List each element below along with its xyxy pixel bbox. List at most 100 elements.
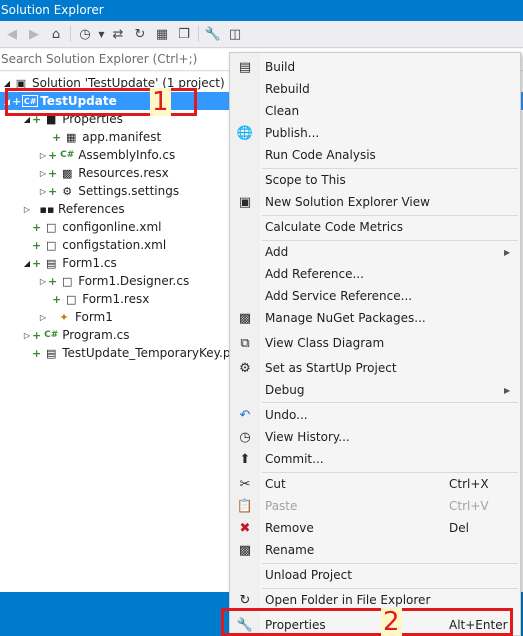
tree-item-label: app.manifest [82, 130, 162, 144]
history-clock-icon: ◷ [239, 429, 251, 445]
startup-gear-icon: ⚙ [239, 360, 251, 376]
tree-item-label: Form1.Designer.cs [78, 274, 190, 288]
expand-arrow-icon[interactable]: ▷ [22, 331, 32, 340]
sync-icon[interactable]: ⇄ [108, 24, 128, 44]
manifest-file-icon: ▦ [66, 130, 77, 144]
solution-explorer-toolbar: ◀ ▶ ⌂ ◷ ▼ ⇄ ↻ ▦ ❐ 🔧 ◫ [0, 21, 523, 48]
menu-item-publish[interactable]: 🌐 Publish... [230, 122, 520, 144]
class-diagram-icon: ⧉ [240, 335, 250, 351]
publish-globe-icon: 🌐 [236, 125, 254, 141]
resource-file-icon: □ [66, 292, 77, 306]
context-menu: ▤ Build Rebuild Clean 🌐 Publish... Run C… [229, 52, 521, 636]
build-icon: ▤ [238, 59, 252, 75]
menu-item-commit[interactable]: ⬆ Commit... [230, 448, 520, 470]
submenu-arrow-icon: ▶ [504, 247, 511, 257]
home-icon[interactable]: ⌂ [46, 24, 66, 44]
menu-item-view-class-diagram[interactable]: ⧉ View Class Diagram [230, 332, 520, 354]
remove-x-icon: ✖ [239, 520, 251, 536]
certificate-file-icon: ▤ [46, 346, 57, 360]
menu-item-add[interactable]: Add ▶ [230, 241, 520, 263]
menu-item-debug[interactable]: Debug ▶ [230, 379, 520, 401]
settings-gear-icon: ⚙ [62, 184, 73, 198]
tree-item-label: Settings.settings [78, 184, 180, 198]
menu-item-set-startup[interactable]: ⚙ Set as StartUp Project [230, 357, 520, 379]
new-view-icon: ▣ [238, 194, 252, 210]
menu-item-manage-nuget[interactable]: ▩ Manage NuGet Packages... [230, 307, 520, 329]
xml-file-icon: □ [46, 238, 57, 252]
resource-file-icon: ▩ [62, 166, 73, 180]
expand-arrow-icon[interactable]: ▷ [38, 313, 48, 322]
added-marker-icon: + [52, 130, 62, 144]
tree-item-label: Form1.cs [62, 256, 117, 270]
collapse-all-icon[interactable]: ▦ [152, 24, 172, 44]
xml-file-icon: □ [46, 220, 57, 234]
open-folder-refresh-icon: ↻ [239, 592, 251, 608]
menu-item-rebuild[interactable]: Rebuild [230, 78, 520, 100]
expand-arrow-icon[interactable]: ▷ [38, 151, 48, 160]
collapse-arrow-icon[interactable]: ◢ [22, 259, 32, 268]
tree-item-label: configonline.xml [62, 220, 162, 234]
menu-item-scope-to-this[interactable]: Scope to This [230, 169, 520, 191]
references-icon: ▪▪ [39, 202, 55, 216]
menu-item-paste[interactable]: 📋 Paste Ctrl+V [230, 495, 520, 517]
tree-item-label: Resources.resx [78, 166, 169, 180]
undo-icon: ↶ [239, 407, 251, 423]
added-marker-icon: + [48, 274, 58, 288]
tree-item-label: Program.cs [62, 328, 130, 342]
menu-item-view-history[interactable]: ◷ View History... [230, 426, 520, 448]
csharp-file-icon: C# [60, 150, 75, 160]
collapse-arrow-icon[interactable]: ◢ [2, 79, 12, 88]
added-marker-icon: + [32, 220, 42, 234]
preview-icon[interactable]: ◫ [225, 24, 245, 44]
menu-item-unload-project[interactable]: Unload Project [230, 564, 520, 586]
menu-item-build[interactable]: ▤ Build [230, 56, 520, 78]
submenu-arrow-icon: ▶ [504, 385, 511, 395]
menu-item-new-solution-explorer-view[interactable]: ▣ New Solution Explorer View [230, 191, 520, 213]
menu-item-clean[interactable]: Clean [230, 100, 520, 122]
refresh-icon[interactable]: ↻ [130, 24, 150, 44]
menu-item-remove[interactable]: ✖ Remove Del [230, 517, 520, 539]
tree-item-label: References [58, 202, 125, 216]
expand-arrow-icon[interactable]: ▷ [22, 205, 32, 214]
show-all-files-icon[interactable]: ❐ [174, 24, 194, 44]
back-icon[interactable]: ◀ [2, 24, 22, 44]
tree-item-label: Form1.resx [82, 292, 150, 306]
history-icon[interactable]: ◷ [75, 24, 95, 44]
properties-icon[interactable]: 🔧 [203, 24, 223, 44]
added-marker-icon: + [48, 148, 58, 162]
clipboard-icon: 📋 [236, 498, 254, 514]
menu-item-calculate-code-metrics[interactable]: Calculate Code Metrics [230, 216, 520, 238]
tree-item-label: configstation.xml [62, 238, 167, 252]
expand-arrow-icon[interactable]: ▷ [38, 169, 48, 178]
added-marker-icon: + [48, 166, 58, 180]
callout-number-2: 2 [381, 607, 402, 636]
menu-item-run-code-analysis[interactable]: Run Code Analysis [230, 144, 520, 166]
menu-separator [262, 402, 518, 403]
nuget-package-icon: ▩ [238, 310, 252, 326]
added-marker-icon: + [48, 184, 58, 198]
class-icon: ✦ [59, 310, 69, 324]
added-marker-icon: + [32, 256, 42, 270]
added-marker-icon: + [32, 346, 42, 360]
callout-box-2 [221, 608, 513, 636]
expand-arrow-icon[interactable]: ▷ [38, 277, 48, 286]
commit-upload-icon: ⬆ [239, 451, 251, 467]
menu-item-add-reference[interactable]: Add Reference... [230, 263, 520, 285]
expand-arrow-icon[interactable]: ▷ [38, 187, 48, 196]
menu-item-rename[interactable]: ▩ Rename [230, 539, 520, 561]
tree-item-label: TestUpdate_TemporaryKey.pfx [62, 346, 242, 360]
menu-item-cut[interactable]: ✂ Cut Ctrl+X [230, 473, 520, 495]
menu-item-add-service-reference[interactable]: Add Service Reference... [230, 285, 520, 307]
added-marker-icon: + [32, 238, 42, 252]
designer-file-icon: □ [62, 274, 73, 288]
forward-icon[interactable]: ▶ [24, 24, 44, 44]
form-file-icon: ▤ [46, 256, 57, 270]
toolbar-separator [198, 26, 199, 42]
scissors-icon: ✂ [239, 476, 251, 492]
toolbar-separator [70, 26, 71, 42]
csharp-file-icon: C# [44, 330, 59, 340]
menu-item-undo[interactable]: ↶ Undo... [230, 404, 520, 426]
added-marker-icon: + [52, 292, 62, 306]
dropdown-icon[interactable]: ▼ [97, 24, 106, 44]
callout-number-1: 1 [150, 87, 171, 117]
